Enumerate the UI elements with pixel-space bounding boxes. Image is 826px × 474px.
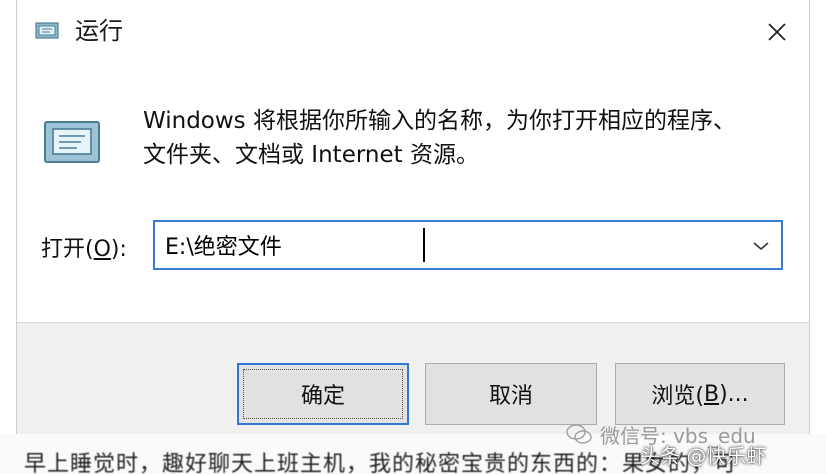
- cancel-button[interactable]: 取消: [425, 363, 597, 425]
- focus-rect: [243, 369, 403, 419]
- window-title: 运行: [75, 17, 123, 45]
- run-dialog-icon: [35, 22, 59, 39]
- run-dialog: 运行 Windows 将根据你所输入的名称，为你打开相应的程序、 文件夹、文档或…: [16, 0, 810, 434]
- dialog-content: Windows 将根据你所输入的名称，为你打开相应的程序、 文件夹、文档或 In…: [17, 64, 809, 322]
- chevron-down-icon: [753, 242, 769, 251]
- button-bar: 确定 取消 浏览(B)...: [17, 322, 809, 434]
- wechat-logo-icon: [566, 424, 592, 444]
- toutiao-watermark: 头条 @快乐虾: [640, 444, 767, 468]
- close-icon: [768, 23, 786, 41]
- dropdown-button[interactable]: [747, 232, 775, 260]
- background-sentence: 早上睡觉时，趣好聊天上班主机，我的秘密宝贵的东西的：果女的，可: [24, 452, 738, 474]
- open-input[interactable]: [155, 222, 715, 268]
- close-button[interactable]: [745, 0, 809, 64]
- text-caret: [423, 228, 425, 262]
- dialog-description: Windows 将根据你所输入的名称，为你打开相应的程序、 文件夹、文档或 In…: [143, 108, 736, 168]
- ok-button[interactable]: 确定: [237, 363, 409, 425]
- open-field-label: 打开(O):: [41, 237, 127, 262]
- open-combobox[interactable]: [153, 220, 783, 270]
- browse-button[interactable]: 浏览(B)...: [615, 363, 785, 425]
- title-bar[interactable]: 运行: [17, 0, 809, 64]
- run-program-icon: [44, 121, 100, 163]
